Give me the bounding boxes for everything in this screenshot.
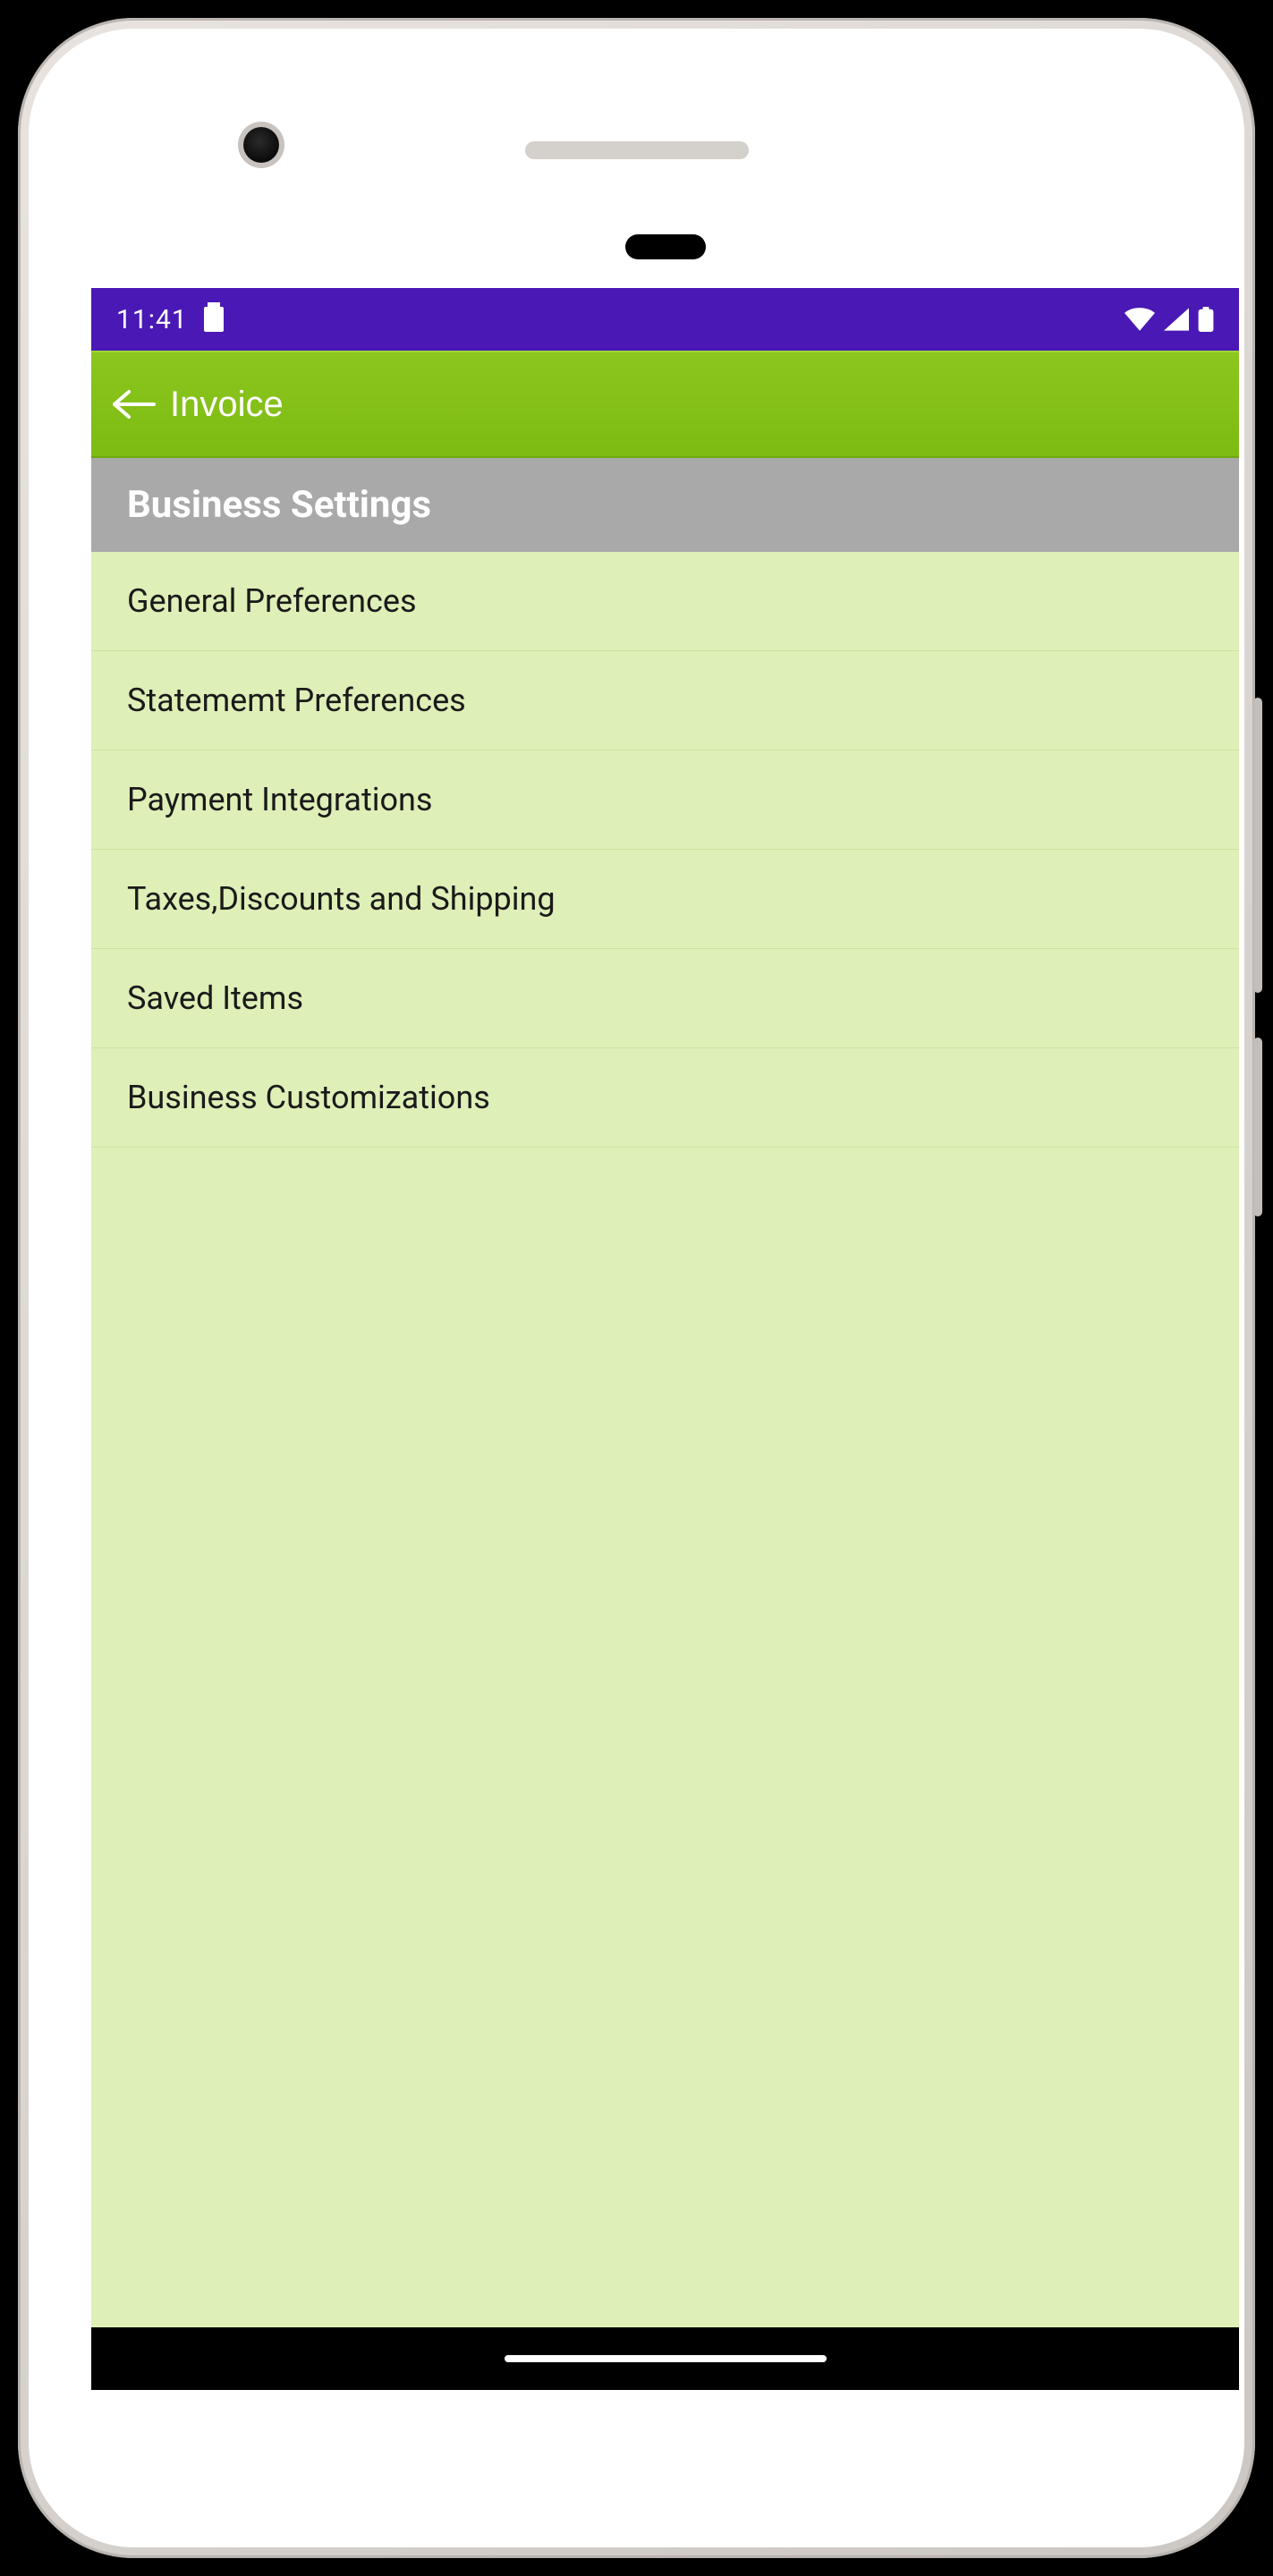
status-time: 11:41 [116,304,188,335]
display-cutout-area [91,208,1239,288]
gesture-nav-pill[interactable] [505,2355,827,2362]
phone-frame: 11:41 [18,18,1255,2558]
app-title: Invoice [170,385,284,425]
status-bar: 11:41 [91,288,1239,351]
navigation-bar[interactable] [91,2327,1239,2390]
settings-list: General Preferences Statememt Preference… [91,552,1239,1440]
settings-item-general-preferences[interactable]: General Preferences [91,552,1239,651]
list-item-label: Payment Integrations [127,781,432,818]
list-item-label: General Preferences [127,582,417,620]
settings-item-statement-preferences[interactable]: Statememt Preferences [91,651,1239,750]
list-item-label: Saved Items [127,979,303,1017]
settings-item-saved-items[interactable]: Saved Items [91,949,1239,1048]
back-arrow-icon [106,386,159,422]
phone-bezel: 11:41 [29,29,1244,2547]
power-button [1253,1038,1262,1216]
battery-icon [1198,307,1214,332]
list-item-label: Taxes,Discounts and Shipping [127,880,556,918]
content-spacer [91,1440,1239,2328]
cell-signal-icon [1164,308,1189,331]
front-camera [243,127,279,163]
screen: 11:41 [91,208,1239,2390]
app-bar: Invoice [91,351,1239,458]
volume-button [1253,698,1262,993]
earpiece [525,141,749,159]
settings-item-payment-integrations[interactable]: Payment Integrations [91,750,1239,850]
sd-card-icon [204,307,224,332]
back-button[interactable]: Invoice [98,379,291,430]
list-item-label: Statememt Preferences [127,682,466,719]
display-cutout [625,234,706,259]
section-title: Business Settings [127,483,431,527]
wifi-icon [1124,308,1155,331]
settings-item-taxes-discounts-shipping[interactable]: Taxes,Discounts and Shipping [91,850,1239,949]
list-item-label: Business Customizations [127,1079,490,1116]
section-header: Business Settings [91,458,1239,552]
settings-item-business-customizations[interactable]: Business Customizations [91,1048,1239,1148]
